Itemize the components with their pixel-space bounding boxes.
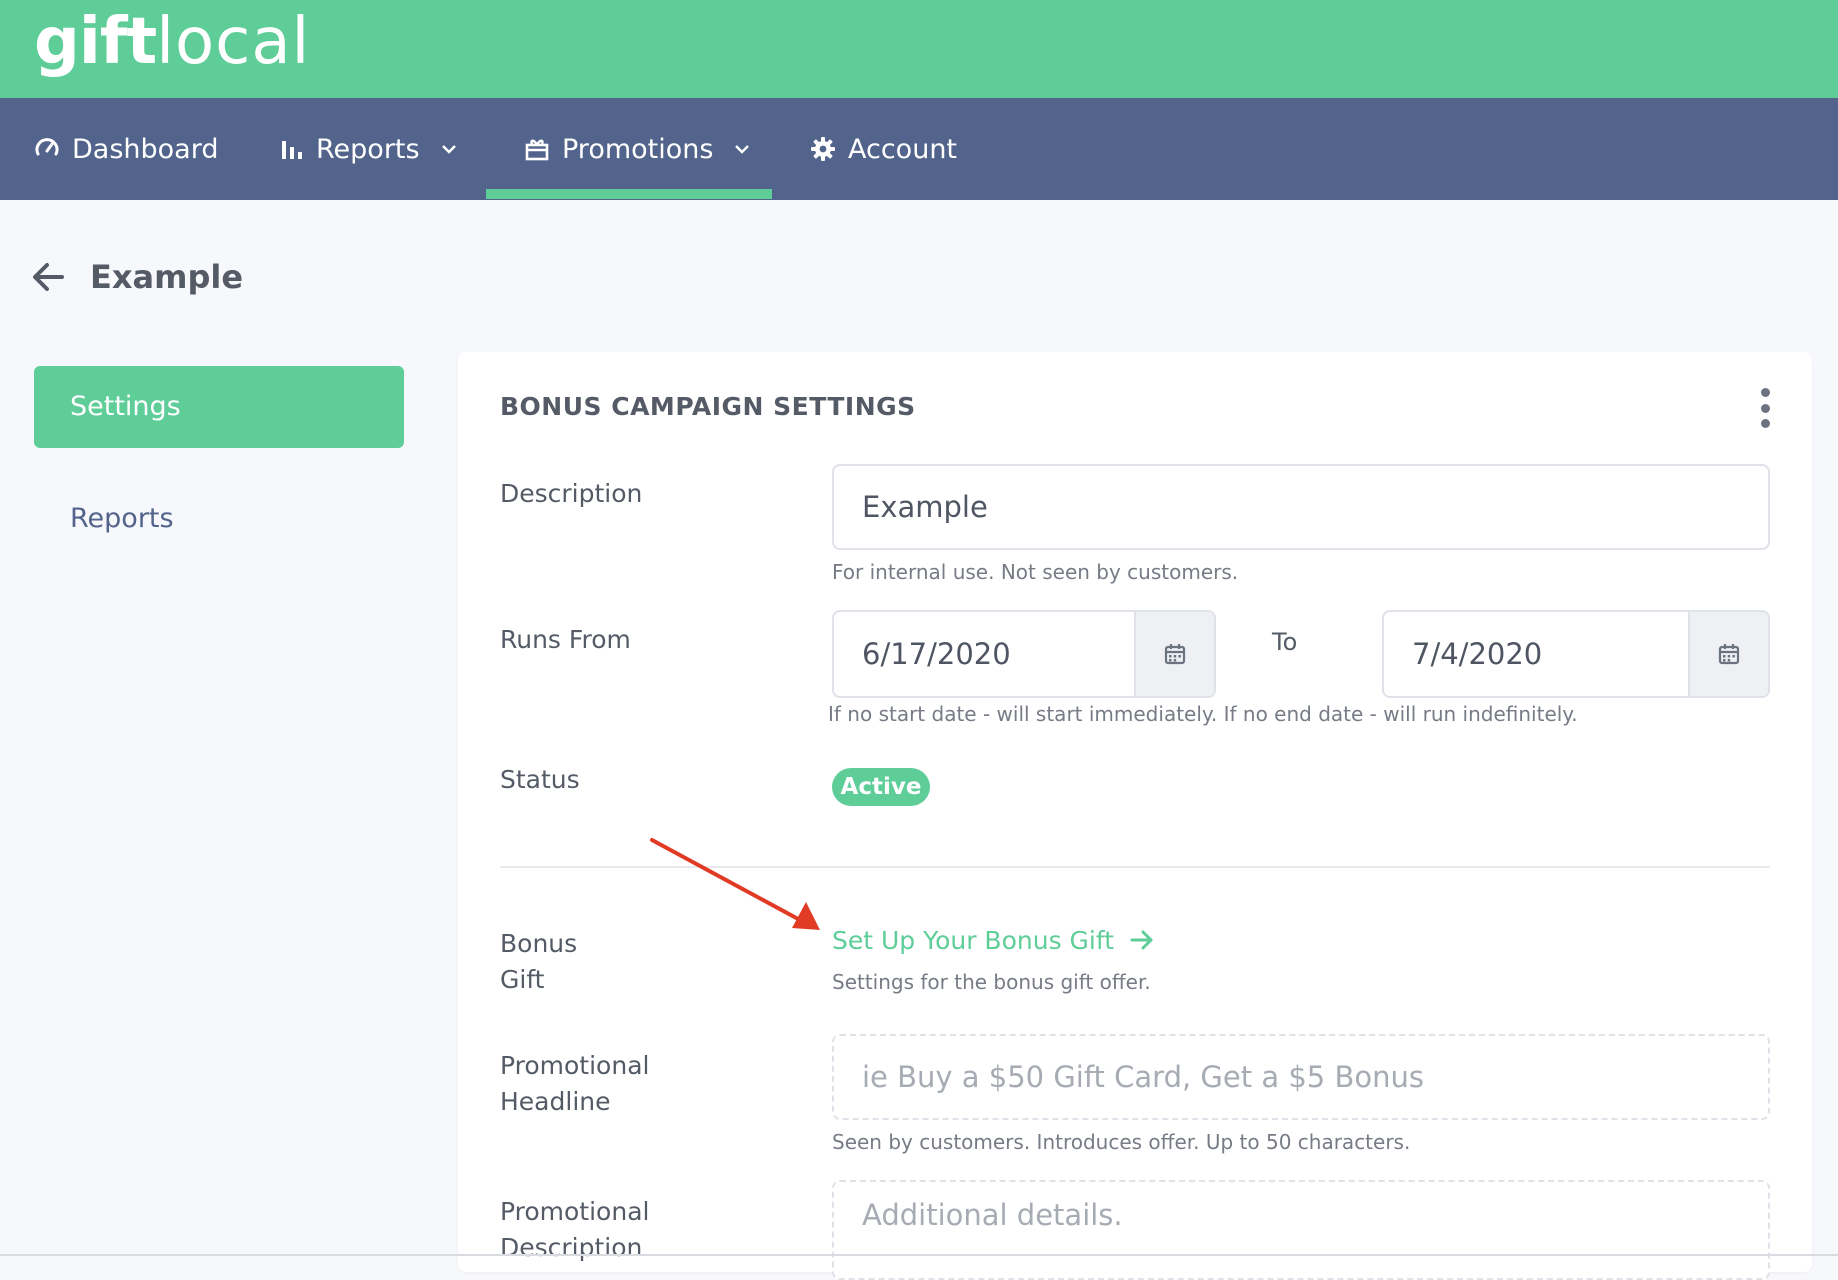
promo-description-input[interactable] xyxy=(832,1180,1770,1280)
logo-gift-text: gift xyxy=(34,5,157,79)
start-date-picker-button[interactable] xyxy=(1134,612,1214,696)
start-date-input[interactable] xyxy=(834,612,1136,696)
calendar-icon xyxy=(1718,644,1740,665)
status-label: Status xyxy=(500,765,580,794)
settings-card: BONUS CAMPAIGN SETTINGS Description For … xyxy=(458,352,1812,1280)
nav-account[interactable]: Account xyxy=(810,98,957,200)
description-help: For internal use. Not seen by customers. xyxy=(832,560,1239,584)
arrow-right-icon xyxy=(1130,930,1153,950)
card-title: BONUS CAMPAIGN SETTINGS xyxy=(500,392,916,421)
nav-reports[interactable]: Reports xyxy=(280,98,458,200)
end-date-input[interactable] xyxy=(1384,612,1690,696)
gift-box-icon xyxy=(525,139,549,161)
logo-local-text: local xyxy=(156,5,311,79)
page-bottom-edge xyxy=(0,1254,1838,1256)
runs-from-label: Runs From xyxy=(500,625,631,654)
bar-chart-icon xyxy=(282,141,302,159)
calendar-icon xyxy=(1164,644,1186,665)
bonus-gift-label-line1: Bonus xyxy=(500,929,578,958)
start-date-field xyxy=(832,610,1216,698)
more-options-icon[interactable] xyxy=(1758,388,1772,428)
description-label: Description xyxy=(500,479,643,508)
back-arrow-icon[interactable] xyxy=(32,262,64,292)
promo-description-label-line2: Description xyxy=(500,1233,643,1262)
brand-bar: giftlocal xyxy=(0,0,1838,98)
sidebar-item-settings[interactable]: Settings xyxy=(34,366,404,448)
promo-headline-label: Promotional Headline xyxy=(500,1048,649,1120)
sidebar-item-reports[interactable]: Reports xyxy=(70,498,174,540)
bonus-gift-label-line2: Gift xyxy=(500,965,545,994)
promo-headline-label-line2: Headline xyxy=(500,1087,611,1116)
nav-dashboard-label: Dashboard xyxy=(72,133,219,165)
nav-promotions-label: Promotions xyxy=(562,133,714,165)
main-nav: Dashboard Reports Promotions Account xyxy=(0,98,1838,200)
page-header: Example xyxy=(32,252,243,302)
promo-description-label-line1: Promotional xyxy=(500,1197,650,1226)
speedometer-icon xyxy=(35,138,59,156)
bonus-gift-help: Settings for the bonus gift offer. xyxy=(832,970,1151,994)
promo-headline-label-line1: Promotional xyxy=(500,1051,650,1080)
description-input[interactable] xyxy=(832,464,1770,550)
nav-promotions[interactable]: Promotions xyxy=(524,98,751,200)
to-label: To xyxy=(1272,628,1298,656)
set-up-bonus-gift-link[interactable]: Set Up Your Bonus Gift xyxy=(832,922,1154,958)
nav-dashboard[interactable]: Dashboard xyxy=(34,98,218,200)
nav-account-label: Account xyxy=(848,133,958,165)
runs-help: If no start date - will start immediatel… xyxy=(828,702,1578,726)
promo-headline-help: Seen by customers. Introduces offer. Up … xyxy=(832,1130,1411,1154)
gear-icon xyxy=(811,137,835,161)
end-date-field xyxy=(1382,610,1770,698)
promo-headline-input[interactable] xyxy=(832,1034,1770,1120)
section-divider xyxy=(500,866,1770,868)
chevron-down-icon xyxy=(441,145,456,154)
chevron-down-icon xyxy=(735,145,750,154)
status-badge: Active xyxy=(832,768,930,806)
set-up-bonus-gift-label: Set Up Your Bonus Gift xyxy=(832,925,1115,955)
nav-reports-label: Reports xyxy=(316,133,420,165)
giftlocal-logo[interactable]: giftlocal xyxy=(34,4,310,80)
end-date-picker-button[interactable] xyxy=(1688,612,1768,696)
page-title: Example xyxy=(90,258,244,296)
nav-active-indicator xyxy=(486,189,772,199)
bonus-gift-label: Bonus Gift xyxy=(500,926,577,998)
